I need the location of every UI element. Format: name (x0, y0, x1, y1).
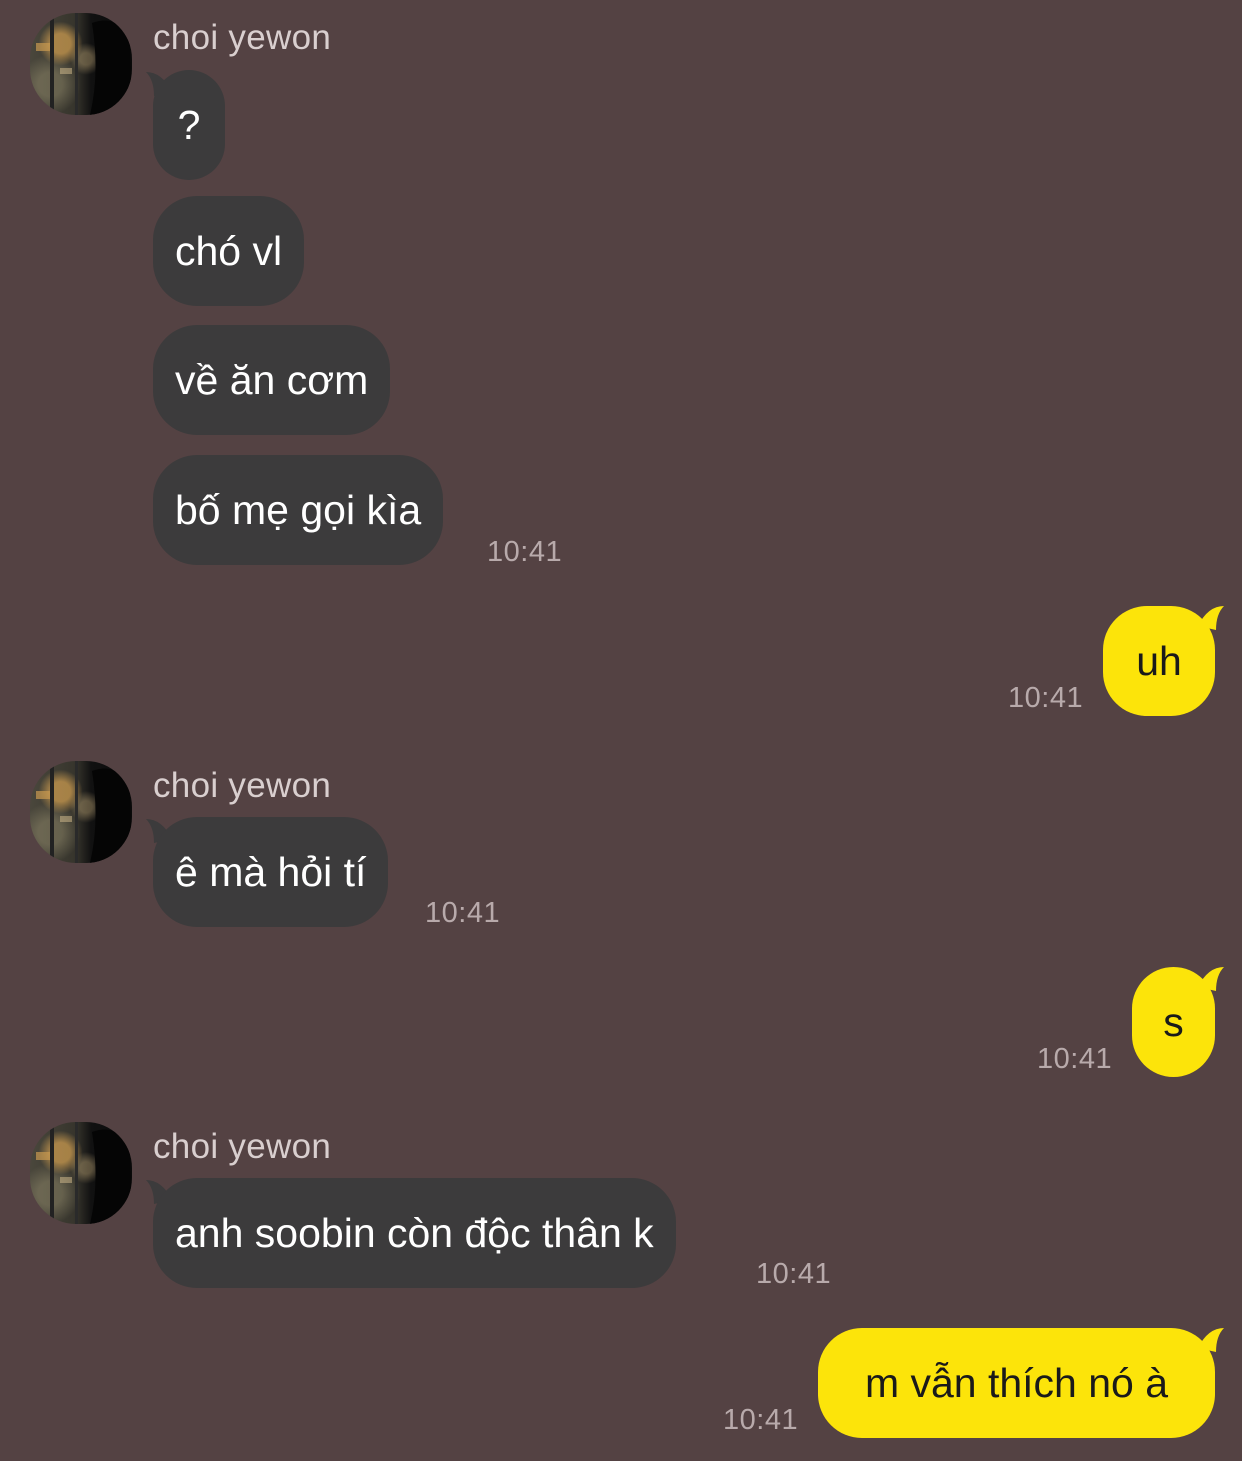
contact-avatar[interactable] (30, 761, 132, 863)
contact-avatar[interactable] (30, 13, 132, 115)
message-bubble-in[interactable]: ? (153, 70, 225, 180)
message-text: chó vl (175, 227, 283, 274)
avatar-photo-icon (36, 13, 132, 115)
avatar-photo-icon (36, 1122, 132, 1224)
message-text: m vẫn thích nó à (864, 1359, 1169, 1406)
message-text: uh (1136, 637, 1182, 684)
message-bubble-in[interactable]: về ăn cơm (153, 325, 391, 435)
message-time: 10:41 (425, 897, 501, 929)
message-text: bố mẹ gọi kìa (175, 486, 422, 533)
message-time: 10:41 (487, 536, 563, 568)
message-text: ? (177, 101, 201, 148)
sender-name: choi yewon (153, 1127, 332, 1166)
message-text: ê mà hỏi tí (175, 848, 367, 895)
message-time: 10:41 (1008, 682, 1084, 714)
message-bubble-in[interactable]: ê mà hỏi tí (153, 817, 389, 927)
bubble-tail-out (1198, 606, 1224, 630)
message-time: 10:41 (756, 1258, 832, 1290)
message-bubble-in[interactable]: chó vl (153, 196, 305, 306)
message-text: về ăn cơm (175, 356, 369, 403)
message-bubble-in[interactable]: bố mẹ gọi kìa (153, 455, 444, 565)
sender-name: choi yewon (153, 766, 332, 805)
message-bubble-in[interactable]: anh soobin còn độc thân k (153, 1178, 676, 1288)
bubble-tail-out (1198, 967, 1224, 991)
message-text: s (1163, 998, 1184, 1045)
avatar-photo-icon (36, 761, 132, 863)
message-time: 10:41 (723, 1404, 799, 1436)
sender-name: choi yewon (153, 18, 332, 57)
message-time: 10:41 (1037, 1043, 1113, 1075)
message-bubble-out[interactable]: m vẫn thích nó à (818, 1328, 1215, 1438)
contact-avatar[interactable] (30, 1122, 132, 1224)
message-text: anh soobin còn độc thân k (175, 1209, 654, 1256)
bubble-tail-out (1198, 1328, 1224, 1352)
